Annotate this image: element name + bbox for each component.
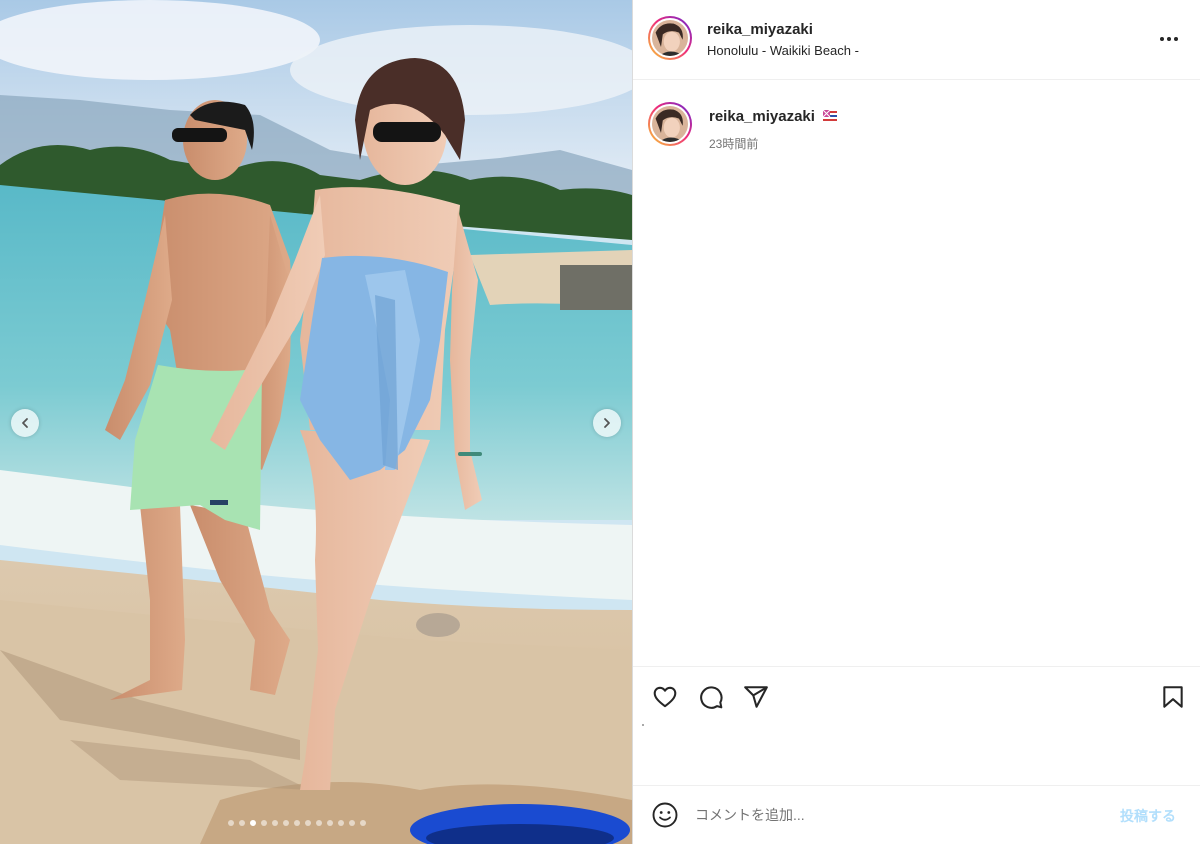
carousel-next-button[interactable]	[593, 409, 621, 437]
carousel-dot	[327, 820, 333, 826]
carousel-dot	[338, 820, 344, 826]
more-options-button[interactable]	[1158, 28, 1180, 50]
carousel-prev-button[interactable]	[11, 409, 39, 437]
post-side-panel: reika_miyazaki Honolulu - Waikiki Beach …	[633, 0, 1200, 844]
post-photo[interactable]	[0, 0, 632, 844]
beach-photo	[0, 0, 632, 844]
post-location[interactable]: Honolulu - Waikiki Beach -	[707, 43, 859, 58]
bookmark-icon	[1163, 686, 1183, 708]
save-button[interactable]	[1160, 684, 1186, 710]
avatar-image	[652, 106, 688, 142]
emoji-picker-button[interactable]	[651, 801, 679, 829]
carousel-dot	[250, 820, 256, 826]
like-button[interactable]	[652, 684, 678, 710]
chevron-right-icon	[604, 418, 610, 428]
caption-username[interactable]: reika_miyazaki	[709, 108, 815, 125]
comment-button[interactable]	[698, 684, 724, 710]
avatar-image	[652, 20, 688, 56]
likes-placeholder	[642, 724, 644, 726]
carousel-dot	[360, 820, 366, 826]
comment-input[interactable]	[695, 803, 1095, 827]
carousel-dot	[272, 820, 278, 826]
carousel-dot	[305, 820, 311, 826]
heart-icon	[653, 686, 677, 708]
carousel-dot	[261, 820, 267, 826]
post-timestamp: 23時間前	[709, 137, 759, 151]
carousel-dot	[239, 820, 245, 826]
hawaii-flag-icon	[822, 109, 837, 124]
carousel-dot	[316, 820, 322, 826]
carousel-dot	[349, 820, 355, 826]
smiley-icon	[652, 802, 678, 828]
comment-divider	[633, 785, 1200, 786]
share-button[interactable]	[743, 684, 769, 710]
post-comment-button[interactable]: 投稿する	[1120, 806, 1176, 826]
comment-icon	[700, 686, 723, 709]
chevron-left-icon	[22, 418, 28, 428]
post-author-username[interactable]: reika_miyazaki	[707, 21, 813, 38]
carousel-dot	[228, 820, 234, 826]
carousel-dot	[294, 820, 300, 826]
paper-plane-icon	[744, 686, 768, 708]
caption-avatar[interactable]	[648, 102, 692, 146]
header-avatar[interactable]	[648, 16, 692, 60]
more-horizontal-icon	[1160, 37, 1178, 41]
header-divider	[633, 79, 1200, 80]
carousel-dot	[283, 820, 289, 826]
carousel-indicator	[228, 820, 366, 826]
actions-divider	[633, 666, 1200, 667]
